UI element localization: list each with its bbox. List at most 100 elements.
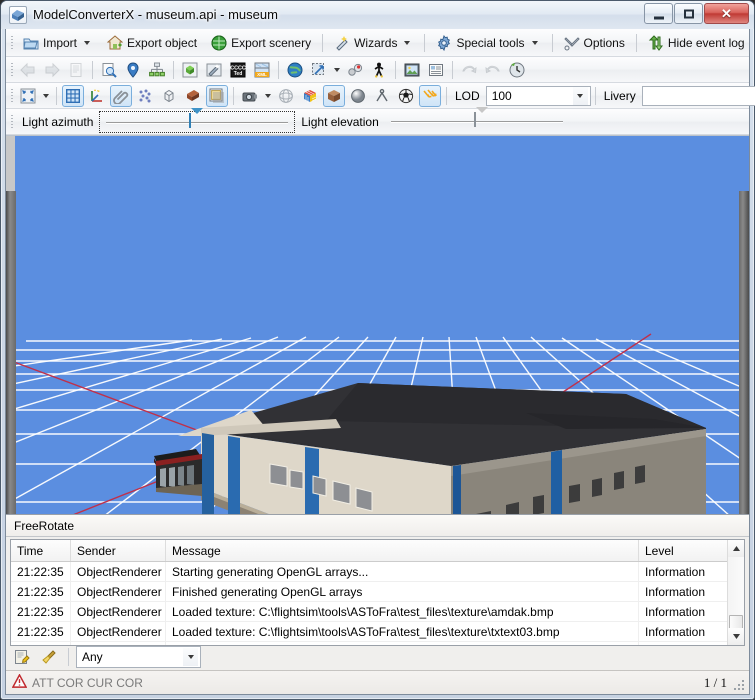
column-header-time[interactable]: Time [11, 540, 71, 561]
chevron-down-icon[interactable] [183, 648, 198, 666]
chevron-down-icon[interactable] [404, 40, 411, 45]
livery-combo[interactable] [641, 85, 755, 106]
status-bar: ATT COR CUR COR 1 / 1 [6, 670, 749, 694]
redo-button[interactable] [482, 59, 504, 81]
solid-cube-button[interactable] [323, 84, 345, 107]
table-row[interactable]: 21:22:35ObjectRendererLoaded texture: C:… [11, 602, 744, 622]
back-button[interactable] [17, 59, 39, 81]
import-button[interactable]: Import [17, 32, 99, 54]
globe-export-icon [211, 35, 227, 51]
wireframe-pin-button[interactable] [110, 84, 132, 107]
forward-button[interactable] [41, 59, 63, 81]
undo-button[interactable] [458, 59, 480, 81]
slider-thumb[interactable] [189, 107, 204, 132]
undo-icon [461, 62, 477, 78]
log-vertical-scrollbar[interactable] [727, 540, 744, 645]
preview-button[interactable] [98, 59, 120, 81]
texture-brick-button[interactable] [182, 85, 204, 107]
column-header-sender[interactable]: Sender [71, 540, 166, 561]
camera-button[interactable] [239, 85, 261, 107]
chevron-down-icon[interactable] [572, 86, 588, 105]
green-cube-icon [182, 62, 198, 78]
gear-icon [436, 34, 452, 51]
render-viewport[interactable]: FreeRotate Time Sender Message Level 21:… [6, 135, 749, 694]
table-row[interactable]: 21:22:35 ObjectRenderer Starting generatin… [11, 562, 744, 582]
map-pin-icon [125, 61, 141, 78]
column-header-message[interactable]: Message [166, 540, 639, 561]
chevron-down-icon[interactable] [531, 40, 538, 45]
toolbar-separator [92, 60, 93, 79]
export-scenery-button[interactable]: Export scenery [205, 32, 317, 54]
hide-event-log-button[interactable]: Hide event log [642, 32, 751, 54]
light-elevation-slider[interactable] [385, 106, 569, 133]
color-cube-button[interactable] [299, 85, 321, 107]
light-azimuth-label: Light azimuth [22, 114, 94, 129]
toolbar-grip[interactable] [8, 61, 16, 79]
toolbar-grip[interactable] [8, 113, 16, 131]
edit-log-button[interactable] [11, 646, 33, 668]
sphere-wire-button[interactable] [275, 85, 297, 107]
cell-sender: ObjectRenderer [71, 602, 166, 621]
chevron-down-icon[interactable] [84, 40, 91, 45]
import-label: Import [43, 35, 78, 50]
points-button[interactable] [134, 85, 156, 107]
export-object-button[interactable]: Export object [101, 32, 203, 54]
scroll-up-arrow[interactable] [728, 540, 744, 557]
updown-arrows-icon [648, 34, 664, 51]
brown-cube-icon [326, 88, 342, 104]
material-editor-button[interactable] [179, 59, 201, 81]
flat-shade-button[interactable] [206, 84, 228, 107]
box-wire-button[interactable] [158, 85, 180, 107]
chevron-down-icon[interactable] [43, 93, 49, 98]
scale-button[interactable] [308, 59, 330, 81]
fit-view-button[interactable] [17, 85, 39, 107]
info-view-button[interactable] [425, 59, 447, 81]
axis-toggle-button[interactable] [86, 85, 108, 107]
maximize-button[interactable] [674, 3, 703, 24]
grid-toggle-button[interactable] [62, 84, 84, 107]
table-row[interactable]: 21:22:35ObjectRendererLoaded texture: C:… [11, 622, 744, 642]
lod-combo[interactable]: 100 [485, 85, 591, 106]
hierarchy-button[interactable] [146, 59, 168, 81]
close-button[interactable]: ✕ [704, 3, 749, 24]
event-log-grid[interactable]: Time Sender Message Level 21:22:35 Object… [10, 539, 745, 646]
clear-log-button[interactable] [38, 646, 60, 668]
wizards-button[interactable]: Wizards [328, 32, 419, 54]
options-button[interactable]: Options [558, 32, 631, 54]
animation-button[interactable] [344, 59, 366, 81]
toolbar-grip[interactable] [8, 34, 16, 52]
minimize-button[interactable] [644, 3, 673, 24]
event-log-footer: Any [10, 646, 745, 668]
attached-object-button[interactable] [203, 59, 225, 81]
viewport-top-edge [6, 136, 749, 191]
history-button[interactable] [506, 59, 528, 81]
chevron-down-icon[interactable] [265, 93, 271, 98]
texture-view-button[interactable] [401, 59, 423, 81]
export-object-label: Export object [127, 35, 198, 50]
crash-editor-button[interactable]: CCCC Ted [227, 59, 249, 81]
walk-mode-button[interactable] [368, 59, 390, 81]
light-azimuth-slider[interactable] [99, 107, 296, 133]
xml-editor-button[interactable]: XML [251, 59, 273, 81]
table-row[interactable]: 21:22:35 ObjectRenderer Finished generatin… [11, 582, 744, 602]
svg-text:Ted: Ted [234, 71, 243, 77]
scroll-down-arrow[interactable] [728, 628, 744, 645]
notepad-pencil-icon [14, 649, 30, 665]
light-rays-button[interactable] [419, 84, 441, 107]
cube-wire-icon [161, 88, 177, 104]
globe-view-button[interactable] [284, 59, 306, 81]
toolbar-grip[interactable] [8, 87, 16, 105]
toolbar-separator [233, 86, 234, 105]
checker-ball-button[interactable] [395, 85, 417, 107]
slider-thumb[interactable] [474, 106, 489, 131]
log-filter-combo[interactable]: Any [76, 646, 201, 668]
anchor-button[interactable] [371, 85, 393, 107]
special-tools-button[interactable]: Special tools [430, 32, 546, 54]
placement-button[interactable] [122, 59, 144, 81]
chevron-down-icon[interactable] [334, 67, 340, 72]
document-list-button[interactable] [65, 59, 87, 81]
gray-sphere-button[interactable] [347, 85, 369, 107]
accent-stripe [228, 436, 240, 526]
resize-grip[interactable] [732, 678, 746, 692]
entrance-annex [154, 449, 202, 496]
